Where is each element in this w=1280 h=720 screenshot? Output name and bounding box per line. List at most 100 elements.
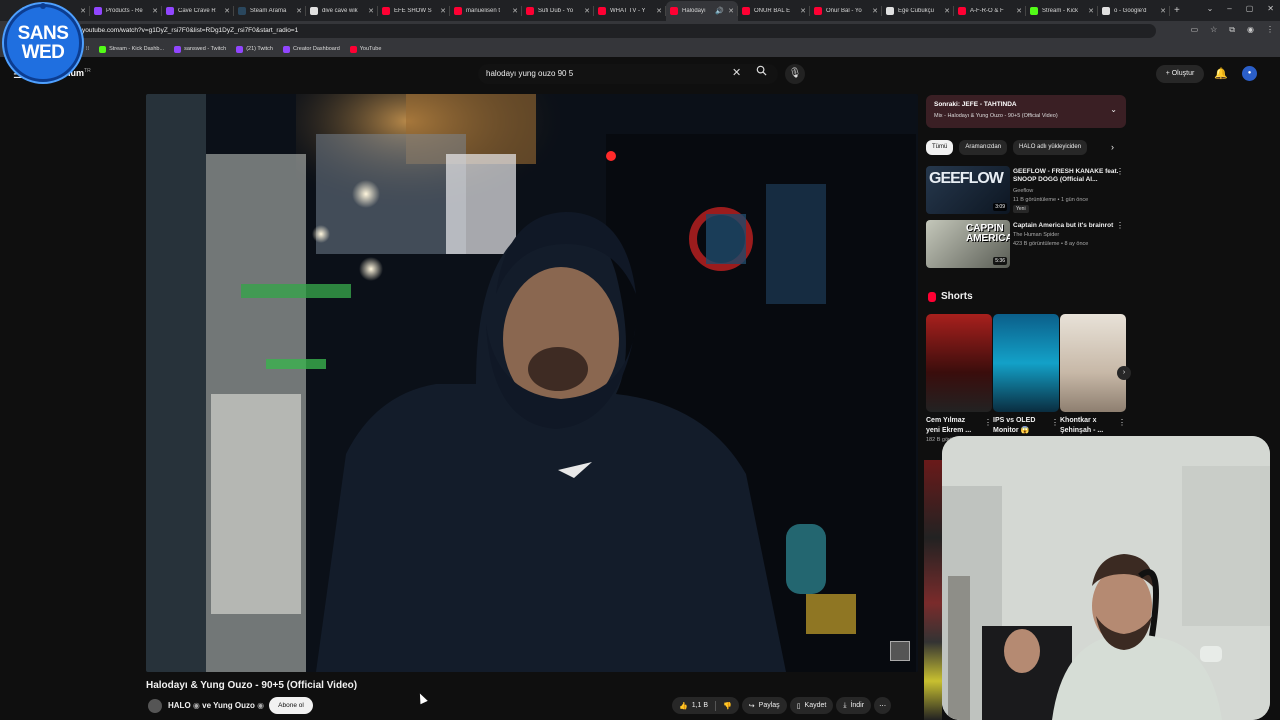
like-icon[interactable]: 👍: [679, 702, 688, 710]
tab-favicon-icon: [310, 7, 318, 15]
kebab-menu-icon[interactable]: ⋮: [1116, 167, 1124, 176]
chevron-right-icon[interactable]: ›: [1111, 142, 1114, 152]
account-avatar[interactable]: ●: [1242, 66, 1257, 81]
short-item[interactable]: Khontkar x Şehinşah - ... ⋮: [1060, 314, 1126, 436]
create-button[interactable]: + Oluştur: [1156, 65, 1204, 83]
close-window-icon[interactable]: ✕: [1267, 4, 1274, 13]
channel1-text: HALO: [168, 701, 191, 710]
kebab-menu-icon[interactable]: ⋮: [1118, 418, 1126, 427]
clear-search-icon[interactable]: ✕: [732, 66, 741, 79]
short-thumbnail[interactable]: [1060, 314, 1126, 412]
bookmark-item[interactable]: Stream - Kick Dashb...: [99, 45, 164, 53]
recommended-video[interactable]: CAPPIN AMERICA 5:36 Captain America but …: [926, 220, 1126, 268]
tab-close-icon[interactable]: ✕: [800, 7, 806, 15]
tab-close-icon[interactable]: ✕: [368, 7, 374, 15]
tab-close-icon[interactable]: ✕: [944, 7, 950, 15]
browser-tab[interactable]: EFE SHOW S ✕: [378, 1, 450, 21]
channel-name[interactable]: HALO ◉ ve Yung Ouzo ◉: [168, 701, 264, 710]
tab-close-icon[interactable]: ✕: [872, 7, 878, 15]
tab-close-icon[interactable]: ✕: [224, 7, 230, 15]
tab-close-icon[interactable]: ✕: [584, 7, 590, 15]
browser-tab[interactable]: WHAT TV - Y ✕: [594, 1, 666, 21]
tab-close-icon[interactable]: ✕: [1088, 7, 1094, 15]
browser-tab[interactable]: Onur Bal - Yo ✕: [810, 1, 882, 21]
bookmarks-bar: ⁞⁞ Stream - Kick Dashb... sanswed - Twitch…: [0, 41, 1280, 57]
profile-icon[interactable]: ◉: [1247, 25, 1254, 35]
kebab-menu-icon[interactable]: ⋮: [984, 418, 992, 427]
browser-tab[interactable]: Cave Crave R ✕: [162, 1, 234, 21]
browser-tab[interactable]: Ege Cubukçu ✕: [882, 1, 954, 21]
save-icon: ▯: [796, 702, 801, 710]
up-next-subtitle: Mix - Halodayı & Yung Ouzo - 90+5 (Offic…: [934, 113, 1058, 119]
browser-tab[interactable]: Halodayı 🔊 ✕: [666, 1, 738, 21]
browser-tab[interactable]: ONUR BAL E ✕: [738, 1, 810, 21]
bookmark-favicon-icon: [349, 45, 357, 53]
search-icon[interactable]: [751, 65, 771, 83]
bookmark-item[interactable]: YouTube: [349, 45, 381, 53]
bookmark-star-icon[interactable]: ☆: [1210, 25, 1217, 35]
shorts-next-icon[interactable]: ›: [1117, 366, 1131, 380]
tab-favicon-icon: [166, 7, 174, 15]
bookmark-item[interactable]: Creator Dashboard: [282, 45, 340, 53]
kebab-menu-icon[interactable]: ⋮: [1116, 221, 1124, 230]
rec-channel[interactable]: Geeflow: [1013, 188, 1033, 194]
tab-close-icon[interactable]: ✕: [728, 7, 734, 15]
download-button[interactable]: ⤓ İndir: [836, 697, 872, 714]
bookmark-item[interactable]: sanswed - Twitch: [174, 45, 226, 53]
apps-icon[interactable]: ⁞⁞: [86, 46, 89, 52]
extensions-icon[interactable]: ⧉: [1229, 25, 1235, 35]
save-button[interactable]: ▯ Kaydet: [789, 697, 834, 714]
kebab-menu-icon[interactable]: ⋮: [1051, 418, 1059, 427]
tab-close-icon[interactable]: ✕: [80, 7, 86, 15]
chevron-down-icon[interactable]: ⌄: [1110, 105, 1117, 114]
browser-tab[interactable]: o - Google'd ✕: [1098, 1, 1170, 21]
tab-title: o - Google'd: [1114, 8, 1147, 14]
tab-strip: ✕ Products - Re ✕ Cave Crave R ✕ Steam Arama ✕…: [18, 1, 1170, 21]
filter-chip[interactable]: Aramanızdan: [959, 140, 1008, 155]
video-thumbnail[interactable]: CAPPIN AMERICA 5:36: [926, 220, 1010, 268]
url-input[interactable]: youtube.com/watch?v=g1DyZ_rsi7F0&list=RD…: [76, 24, 1156, 38]
filter-chip[interactable]: Tümü: [926, 140, 954, 155]
tab-close-icon[interactable]: ✕: [296, 7, 302, 15]
tab-close-icon[interactable]: ✕: [512, 7, 518, 15]
maximize-icon[interactable]: ▢: [1246, 4, 1254, 13]
browser-tab[interactable]: manuelisen t ✕: [450, 1, 522, 21]
tab-close-icon[interactable]: ✕: [1016, 7, 1022, 15]
bookmark-item[interactable]: (21) Twitch: [236, 45, 273, 53]
tab-close-icon[interactable]: ✕: [1160, 7, 1166, 15]
channel-watermark[interactable]: [890, 641, 910, 661]
browser-tab[interactable]: A-F-R-O & F ✕: [954, 1, 1026, 21]
cast-icon[interactable]: ▭: [1191, 25, 1199, 35]
browser-tab[interactable]: Products - Re ✕: [90, 1, 162, 21]
tab-audio-icon[interactable]: 🔊: [715, 7, 724, 15]
short-item[interactable]: IPS vs OLED Monitor 😱 ⋮: [993, 314, 1059, 436]
recommended-video[interactable]: GEEFLOW 3:09 GEEFLOW - FRESH KANAKE feat…: [926, 166, 1126, 214]
more-actions-button[interactable]: ⋯: [874, 697, 892, 714]
up-next-panel[interactable]: Sonraki: JEFE - TAHTINDA Mix - Halodayı …: [926, 95, 1126, 128]
filter-chip[interactable]: HALO adlı yükleyiciden: [1013, 140, 1088, 155]
notifications-bell-icon[interactable]: 🔔: [1214, 67, 1228, 80]
browser-menu-icon[interactable]: ⋮: [1266, 25, 1274, 35]
share-button[interactable]: ↪ Paylaş: [741, 697, 787, 714]
subscribe-button[interactable]: Abone ol: [269, 697, 313, 714]
browser-tab[interactable]: Stream - Kick ✕: [1026, 1, 1098, 21]
video-player[interactable]: [146, 94, 918, 672]
browser-tab[interactable]: Sufi Dub - Yo ✕: [522, 1, 594, 21]
short-thumbnail[interactable]: [993, 314, 1059, 412]
tab-close-icon[interactable]: ✕: [656, 7, 662, 15]
tab-close-icon[interactable]: ✕: [152, 7, 158, 15]
minimize-icon[interactable]: –: [1227, 4, 1231, 13]
browser-tab[interactable]: dive cave wik ✕: [306, 1, 378, 21]
short-thumbnail[interactable]: [926, 314, 992, 412]
microphone-icon[interactable]: 🎙: [785, 64, 805, 84]
channel-avatar[interactable]: [148, 699, 162, 713]
browser-tab[interactable]: Steam Arama ✕: [234, 1, 306, 21]
tab-close-icon[interactable]: ✕: [440, 7, 446, 15]
new-tab-icon[interactable]: +: [1174, 5, 1180, 16]
short-item[interactable]: Cem Yılmaz yeni Ekrem ... 182 B görü ⋮: [926, 314, 992, 443]
share-label: Paylaş: [758, 702, 780, 709]
tab-search-icon[interactable]: ⌄: [1207, 4, 1214, 13]
rec-channel[interactable]: The Human Spider: [1013, 232, 1059, 238]
video-thumbnail[interactable]: GEEFLOW 3:09: [926, 166, 1010, 214]
dislike-icon[interactable]: 👎: [723, 702, 732, 710]
